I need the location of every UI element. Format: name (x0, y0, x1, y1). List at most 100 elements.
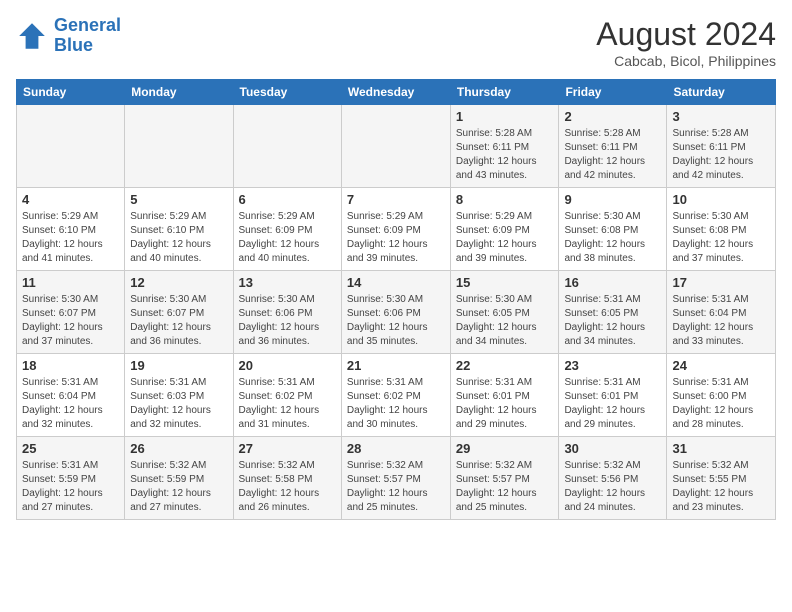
day-info: Sunrise: 5:31 AM Sunset: 6:00 PM Dayligh… (672, 376, 770, 432)
calendar-cell: 6Sunrise: 5:29 AM Sunset: 6:09 PM Daylig… (233, 188, 341, 271)
col-header-monday: Monday (125, 80, 233, 105)
calendar-cell: 2 Sunrise: 5:28 AM Sunset: 6:11 PM Daylig… (559, 105, 667, 188)
logo-text: General Blue (54, 16, 121, 56)
calendar-cell: 30 Sunrise: 5:32 AM Sunset: 5:56 PM Dayli… (559, 437, 667, 520)
day-info: Sunrise: 5:30 AM Sunset: 6:08 PM Dayligh… (564, 210, 661, 266)
day-info: Sunrise: 5:28 AM Sunset: 6:11 PM Dayligh… (564, 127, 661, 183)
day-number: 27 (239, 441, 336, 456)
calendar-cell: 20 Sunrise: 5:31 AM Sunset: 6:02 PM Dayli… (233, 354, 341, 437)
day-number: 17 (672, 275, 770, 290)
day-info: Sunrise: 5:32 AM Sunset: 5:56 PM Dayligh… (564, 459, 661, 515)
day-number: 22 (456, 358, 554, 373)
day-number: 3 (672, 109, 770, 124)
day-info: Sunrise: 5:30 AM Sunset: 6:07 PM Dayligh… (130, 293, 227, 349)
calendar-cell: 12Sunrise: 5:30 AM Sunset: 6:07 PM Dayli… (125, 271, 233, 354)
day-number: 13 (239, 275, 336, 290)
calendar-cell: 10Sunrise: 5:30 AM Sunset: 6:08 PM Dayli… (667, 188, 776, 271)
calendar-cell: 3 Sunrise: 5:28 AM Sunset: 6:11 PM Daylig… (667, 105, 776, 188)
calendar-cell (233, 105, 341, 188)
calendar-cell: 14Sunrise: 5:30 AM Sunset: 6:06 PM Dayli… (341, 271, 450, 354)
day-info: Sunrise: 5:29 AM Sunset: 6:09 PM Dayligh… (347, 210, 445, 266)
calendar-cell: 8Sunrise: 5:29 AM Sunset: 6:09 PM Daylig… (450, 188, 559, 271)
calendar-cell: 7 Sunrise: 5:29 AM Sunset: 6:09 PM Daylig… (341, 188, 450, 271)
day-info: Sunrise: 5:32 AM Sunset: 5:58 PM Dayligh… (239, 459, 336, 515)
calendar-cell: 23 Sunrise: 5:31 AM Sunset: 6:01 PM Dayli… (559, 354, 667, 437)
header-row: SundayMondayTuesdayWednesdayThursdayFrid… (17, 80, 776, 105)
day-info: Sunrise: 5:30 AM Sunset: 6:05 PM Dayligh… (456, 293, 554, 349)
calendar-cell: 24Sunrise: 5:31 AM Sunset: 6:00 PM Dayli… (667, 354, 776, 437)
day-info: Sunrise: 5:32 AM Sunset: 5:55 PM Dayligh… (672, 459, 770, 515)
calendar-cell (17, 105, 125, 188)
day-number: 18 (22, 358, 119, 373)
calendar-title: August 2024 (596, 16, 776, 53)
calendar-cell: 17 Sunrise: 5:31 AM Sunset: 6:04 PM Dayli… (667, 271, 776, 354)
day-number: 30 (564, 441, 661, 456)
day-info: Sunrise: 5:31 AM Sunset: 6:04 PM Dayligh… (22, 376, 119, 432)
day-number: 2 (564, 109, 661, 124)
calendar-cell: 22 Sunrise: 5:31 AM Sunset: 6:01 PM Dayli… (450, 354, 559, 437)
day-info: Sunrise: 5:30 AM Sunset: 6:07 PM Dayligh… (22, 293, 119, 349)
calendar-cell: 18 Sunrise: 5:31 AM Sunset: 6:04 PM Dayli… (17, 354, 125, 437)
day-number: 23 (564, 358, 661, 373)
calendar-cell: 31 Sunrise: 5:32 AM Sunset: 5:55 PM Dayli… (667, 437, 776, 520)
day-info: Sunrise: 5:31 AM Sunset: 6:02 PM Dayligh… (239, 376, 336, 432)
col-header-tuesday: Tuesday (233, 80, 341, 105)
day-number: 16 (564, 275, 661, 290)
calendar-cell: 5Sunrise: 5:29 AM Sunset: 6:10 PM Daylig… (125, 188, 233, 271)
day-info: Sunrise: 5:31 AM Sunset: 6:03 PM Dayligh… (130, 376, 227, 432)
day-number: 11 (22, 275, 119, 290)
calendar-cell: 19 Sunrise: 5:31 AM Sunset: 6:03 PM Dayli… (125, 354, 233, 437)
day-number: 7 (347, 192, 445, 207)
day-number: 9 (564, 192, 661, 207)
calendar-cell: 15Sunrise: 5:30 AM Sunset: 6:05 PM Dayli… (450, 271, 559, 354)
day-info: Sunrise: 5:32 AM Sunset: 5:57 PM Dayligh… (347, 459, 445, 515)
week-row-2: 4 Sunrise: 5:29 AM Sunset: 6:10 PM Daylig… (17, 188, 776, 271)
day-number: 4 (22, 192, 119, 207)
day-number: 25 (22, 441, 119, 456)
day-number: 6 (239, 192, 336, 207)
day-number: 8 (456, 192, 554, 207)
logo-line1: General (54, 15, 121, 35)
week-row-3: 11 Sunrise: 5:30 AM Sunset: 6:07 PM Dayli… (17, 271, 776, 354)
day-number: 5 (130, 192, 227, 207)
calendar-cell: 26 Sunrise: 5:32 AM Sunset: 5:59 PM Dayli… (125, 437, 233, 520)
calendar-cell: 13 Sunrise: 5:30 AM Sunset: 6:06 PM Dayli… (233, 271, 341, 354)
col-header-friday: Friday (559, 80, 667, 105)
calendar-cell: 27 Sunrise: 5:32 AM Sunset: 5:58 PM Dayli… (233, 437, 341, 520)
day-info: Sunrise: 5:28 AM Sunset: 6:11 PM Dayligh… (672, 127, 770, 183)
day-number: 26 (130, 441, 227, 456)
col-header-sunday: Sunday (17, 80, 125, 105)
calendar-cell (125, 105, 233, 188)
day-info: Sunrise: 5:31 AM Sunset: 5:59 PM Dayligh… (22, 459, 119, 515)
calendar-cell: 28Sunrise: 5:32 AM Sunset: 5:57 PM Dayli… (341, 437, 450, 520)
day-info: Sunrise: 5:32 AM Sunset: 5:59 PM Dayligh… (130, 459, 227, 515)
calendar-cell: 1Sunrise: 5:28 AM Sunset: 6:11 PM Daylig… (450, 105, 559, 188)
day-number: 31 (672, 441, 770, 456)
day-number: 21 (347, 358, 445, 373)
calendar-cell: 4 Sunrise: 5:29 AM Sunset: 6:10 PM Daylig… (17, 188, 125, 271)
page-header: General Blue August 2024 Cabcab, Bicol, … (16, 16, 776, 69)
day-info: Sunrise: 5:30 AM Sunset: 6:06 PM Dayligh… (347, 293, 445, 349)
day-info: Sunrise: 5:30 AM Sunset: 6:06 PM Dayligh… (239, 293, 336, 349)
day-info: Sunrise: 5:29 AM Sunset: 6:10 PM Dayligh… (22, 210, 119, 266)
day-number: 1 (456, 109, 554, 124)
calendar-cell (341, 105, 450, 188)
day-info: Sunrise: 5:31 AM Sunset: 6:01 PM Dayligh… (564, 376, 661, 432)
week-row-4: 18 Sunrise: 5:31 AM Sunset: 6:04 PM Dayli… (17, 354, 776, 437)
calendar-subtitle: Cabcab, Bicol, Philippines (596, 53, 776, 69)
day-info: Sunrise: 5:32 AM Sunset: 5:57 PM Dayligh… (456, 459, 554, 515)
day-number: 19 (130, 358, 227, 373)
calendar-cell: 29 Sunrise: 5:32 AM Sunset: 5:57 PM Dayli… (450, 437, 559, 520)
col-header-thursday: Thursday (450, 80, 559, 105)
day-info: Sunrise: 5:31 AM Sunset: 6:04 PM Dayligh… (672, 293, 770, 349)
day-info: Sunrise: 5:31 AM Sunset: 6:02 PM Dayligh… (347, 376, 445, 432)
calendar-cell: 16Sunrise: 5:31 AM Sunset: 6:05 PM Dayli… (559, 271, 667, 354)
calendar-cell: 11 Sunrise: 5:30 AM Sunset: 6:07 PM Dayli… (17, 271, 125, 354)
day-number: 20 (239, 358, 336, 373)
logo-icon (16, 20, 48, 52)
day-number: 29 (456, 441, 554, 456)
calendar-cell: 21 Sunrise: 5:31 AM Sunset: 6:02 PM Dayli… (341, 354, 450, 437)
week-row-1: 1 Sunrise: 5:28 AM Sunset: 6:11 PM Daylig… (17, 105, 776, 188)
day-info: Sunrise: 5:31 AM Sunset: 6:01 PM Dayligh… (456, 376, 554, 432)
title-block: August 2024 Cabcab, Bicol, Philippines (596, 16, 776, 69)
